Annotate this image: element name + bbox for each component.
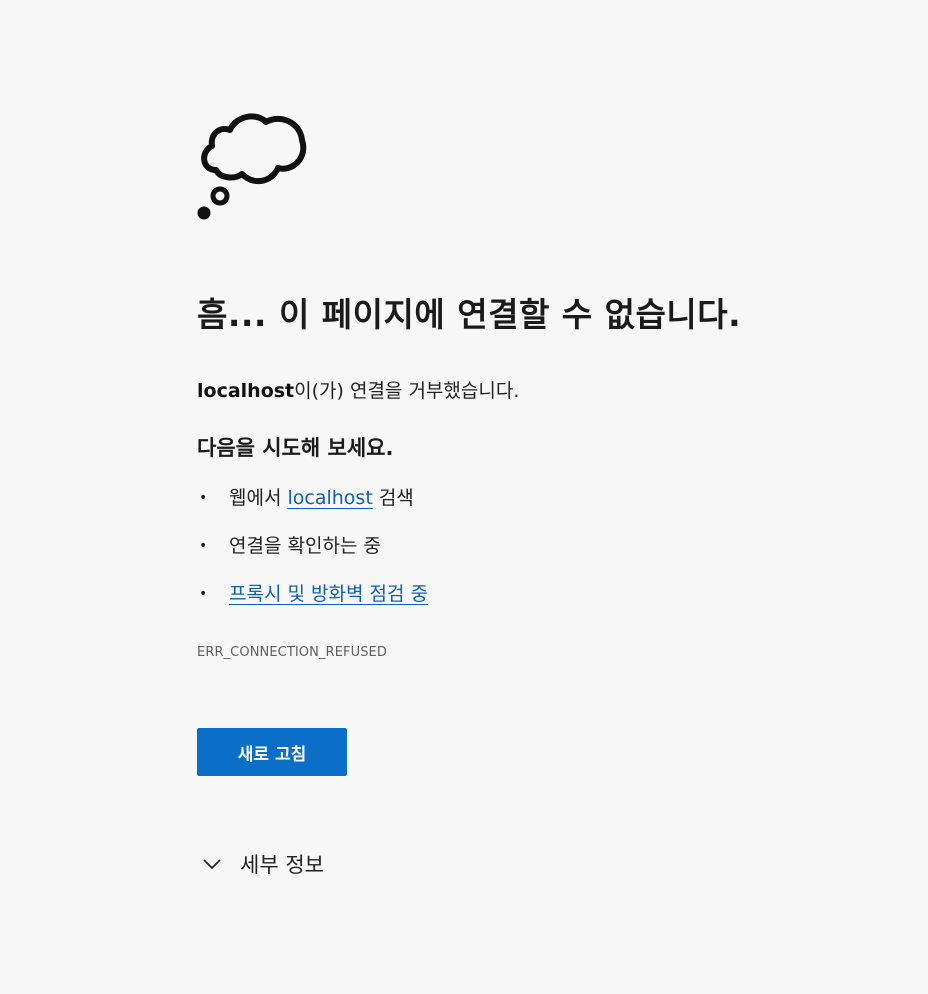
check-connection-text: 연결을 확인하는 중 <box>229 535 381 557</box>
search-prefix: 웹에서 <box>229 487 288 509</box>
bullet: • <box>199 586 208 602</box>
search-suffix: 검색 <box>372 487 414 509</box>
error-description: localhost이(가) 연결을 거부했습니다. <box>197 376 519 403</box>
reload-button[interactable]: 새로 고침 <box>197 728 347 776</box>
check-proxy-firewall-link[interactable]: 프록시 및 방화벽 점검 중 <box>229 583 428 605</box>
suggestions-heading: 다음을 시도해 보세요. <box>197 436 394 460</box>
details-toggle[interactable]: 세부 정보 <box>200 846 324 882</box>
error-message: 이(가) 연결을 거부했습니다. <box>294 380 520 402</box>
bullet: • <box>199 538 208 554</box>
suggestions-list: • 웹에서 localhost 검색 • 연결을 확인하는 중 • 프록시 및 방화벽… <box>197 480 428 624</box>
error-code: ERR_CONNECTION_REFUSED <box>197 645 387 660</box>
search-web-link[interactable]: localhost <box>287 487 372 509</box>
bullet: • <box>199 490 208 506</box>
thought-cloud-icon <box>197 113 307 220</box>
chevron-down-icon <box>203 859 221 870</box>
host-name: localhost <box>197 380 295 402</box>
details-label: 세부 정보 <box>240 853 324 877</box>
list-item: • 프록시 및 방화벽 점검 중 <box>197 576 428 624</box>
list-item: • 웹에서 localhost 검색 <box>197 480 428 528</box>
list-item: • 연결을 확인하는 중 <box>197 528 428 576</box>
error-page: 흠... 이 페이지에 연결할 수 없습니다. localhost이(가) 연결… <box>0 0 928 994</box>
page-title: 흠... 이 페이지에 연결할 수 없습니다. <box>197 295 742 334</box>
